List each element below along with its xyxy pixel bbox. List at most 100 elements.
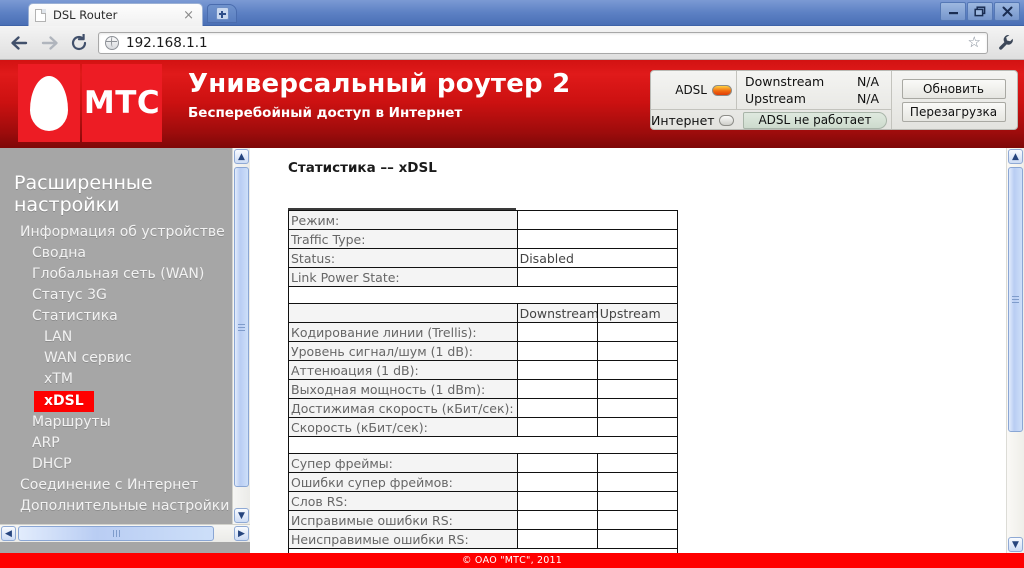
row-value-link-power-state [516, 267, 679, 287]
close-tab-icon[interactable]: × [181, 9, 196, 22]
refresh-button[interactable]: Обновить [901, 78, 1006, 99]
adsl-indicator: ADSL [651, 71, 737, 109]
status-panel-buttons: Обновить Перезагрузка [891, 71, 1015, 129]
row-down-super-frame-errors [516, 472, 598, 492]
address-bar[interactable]: 192.168.1.1 ☆ [98, 31, 988, 54]
sidebar-filler [0, 542, 250, 553]
sidebar-item-statistics[interactable]: Статистика [0, 306, 232, 327]
row-up-output-power [596, 379, 679, 399]
table-spacer-row [288, 436, 678, 454]
table-row: Traffic Type: [288, 229, 679, 249]
sidebar-item-wan[interactable]: Глобальная сеть (WAN) [0, 264, 232, 285]
sidebar-vertical-scrollbar[interactable]: ▲ ▼ [232, 148, 250, 524]
grip-icon [238, 323, 245, 331]
row-down-rs-correctable [516, 510, 598, 530]
sidebar-item-xdsl[interactable]: xDSL [34, 391, 94, 412]
sidebar-horizontal-scrollbar[interactable]: ◀ ▶ [0, 524, 250, 542]
row-down-attainable-rate [516, 398, 598, 418]
reload-icon[interactable] [68, 32, 90, 54]
status-panel: ADSL Downstream N/A Upstream N/A Интерне… [650, 70, 1018, 130]
globe-icon [105, 35, 119, 50]
header-titles: Универсальный роутер 2 Бесперебойный дос… [188, 69, 570, 121]
sidebar-scroll-right-button[interactable]: ▶ [234, 526, 249, 541]
row-up-attenuation [596, 360, 679, 380]
row-up-rate [596, 417, 679, 437]
page-vertical-scroll-thumb[interactable] [1008, 167, 1023, 432]
row-up-snr [596, 341, 679, 361]
table-row: Режим: [288, 210, 679, 230]
row-down-snr [516, 341, 598, 361]
tab-strip: DSL Router × [0, 0, 1024, 26]
sidebar-item-lan[interactable]: LAN [0, 327, 232, 348]
row-label-snr: Уровень сигнал/шум (1 dB): [288, 341, 518, 361]
sidebar-item-dhcp[interactable]: DHCP [0, 454, 232, 475]
sidebar-item-advanced-settings[interactable]: Дополнительные настройки [0, 496, 232, 517]
sidebar-heading: Расширенные настройки [14, 172, 153, 216]
row-up-trellis [596, 322, 679, 342]
browser-tab-dsl-router[interactable]: DSL Router × [28, 3, 203, 26]
sidebar-item-wan-service[interactable]: WAN сервис [0, 348, 232, 369]
row-down-rate [516, 417, 598, 437]
sidebar-item-routes[interactable]: Маршруты [0, 412, 232, 433]
row-label-rs-uncorrectable: Неисправимые ошибки RS: [288, 529, 518, 549]
sidebar-item-device-info[interactable]: Информация об устройстве [0, 222, 232, 243]
forward-arrow-icon [38, 32, 60, 54]
column-header-downstream: Downstream [516, 303, 598, 323]
internet-label: Интернет [651, 112, 715, 128]
tab-title: DSL Router [53, 8, 118, 22]
sidebar-horizontal-scroll-thumb[interactable] [18, 526, 214, 541]
spacer-cell [288, 436, 678, 454]
status-banner: ADSL не работает [743, 111, 887, 129]
row-label-trellis: Кодирование линии (Trellis): [288, 322, 518, 342]
page-footer: © ОАО "МТС", 2011 [0, 553, 1024, 568]
sidebar-item-internet-connection[interactable]: Соединение с Интернет [0, 475, 232, 496]
upstream-row: Upstream N/A [745, 90, 891, 107]
wrench-icon[interactable] [996, 32, 1016, 54]
row-up-rs-uncorrectable [596, 529, 679, 549]
new-tab-button[interactable] [207, 4, 237, 23]
sidebar-scroll-down-button[interactable]: ▼ [234, 508, 249, 523]
sidebar-item-summary[interactable]: Сводна [0, 243, 232, 264]
star-icon[interactable]: ☆ [968, 35, 981, 50]
column-header-blank [288, 303, 518, 323]
page-scroll-up-button[interactable]: ▲ [1008, 149, 1023, 164]
adsl-led-icon [712, 84, 732, 96]
row-value-traffic-type [516, 229, 679, 249]
row-label-traffic-type: Traffic Type: [288, 229, 518, 249]
sidebar-vertical-scroll-thumb[interactable] [234, 167, 249, 487]
page-scroll-down-button[interactable]: ▼ [1008, 537, 1023, 552]
sidebar-item-arp[interactable]: ARP [0, 433, 232, 454]
maximize-button[interactable] [967, 2, 993, 21]
page-viewport: МТС Универсальный роутер 2 Бесперебойный… [0, 60, 1024, 568]
page-body: Расширенные настройки Информация об устр… [0, 148, 1024, 553]
xdsl-statistics-table: Режим: Traffic Type: Status: Disabled Li… [288, 210, 679, 553]
back-arrow-icon[interactable] [8, 32, 30, 54]
sidebar-scroll-left-button[interactable]: ◀ [1, 526, 16, 541]
close-button[interactable] [994, 2, 1020, 21]
url-text[interactable]: 192.168.1.1 [126, 35, 964, 51]
row-label-mode: Режим: [288, 210, 518, 230]
table-header-row: Downstream Upstream [288, 303, 679, 323]
browser-toolbar: 192.168.1.1 ☆ [0, 26, 1024, 60]
page-vertical-scrollbar[interactable]: ▲ ▼ [1006, 148, 1024, 553]
sidebar-item-3g-status[interactable]: Статус 3G [0, 285, 232, 306]
grip-icon [1012, 296, 1019, 303]
row-down-output-power [516, 379, 598, 399]
status-panel-left: ADSL Downstream N/A Upstream N/A Интерне… [651, 71, 891, 129]
reboot-button[interactable]: Перезагрузка [901, 101, 1006, 122]
sidebar-item-xtm[interactable]: xTM [0, 369, 232, 390]
sidebar-item-xdsl-wrap: xDSL [0, 390, 232, 412]
row-label-attainable-rate: Достижимая скорость (кБит/сек): [288, 398, 518, 418]
row-up-attainable-rate [596, 398, 679, 418]
table-row: Link Power State: [288, 267, 679, 287]
status-streams-row: ADSL Downstream N/A Upstream N/A [651, 71, 891, 109]
row-label-rate: Скорость (кБит/сек): [288, 417, 518, 437]
sidebar-scroll-up-button[interactable]: ▲ [234, 149, 249, 164]
table-row: Выходная мощность (1 dBm): [288, 379, 679, 399]
row-label-rs-words: Слов RS: [288, 491, 518, 511]
downstream-label: Downstream [745, 74, 825, 89]
main-content: Статистика –– xDSL Режим: Traffic Type: [250, 148, 1024, 553]
internet-indicator: Интернет [651, 113, 737, 128]
row-label-rs-correctable: Исправимые ошибки RS: [288, 510, 518, 530]
minimize-button[interactable] [940, 2, 966, 21]
